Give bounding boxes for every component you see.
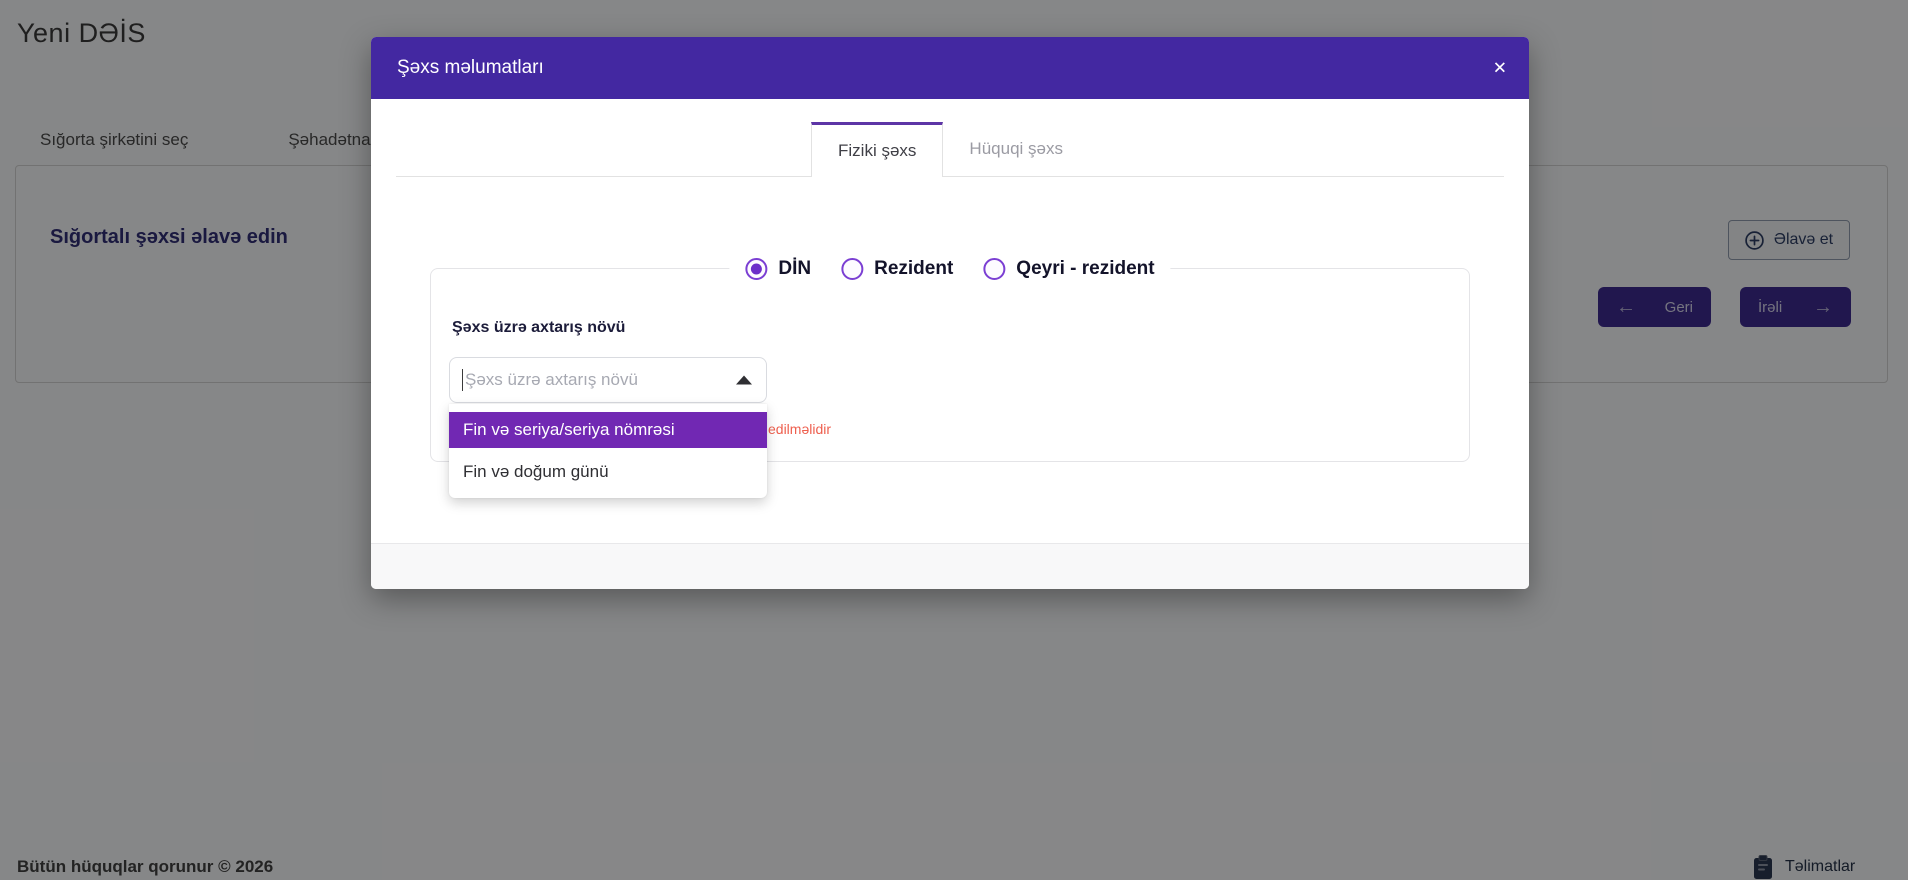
search-type-label: Şəxs üzrə axtarış növü	[452, 319, 625, 337]
caret-up-icon	[736, 376, 752, 385]
search-type-placeholder: Şəxs üzrə axtarış növü	[465, 370, 638, 390]
search-type-dropdown: Fin və seriya/seriya nömrəsi Fin və doğu…	[449, 404, 767, 498]
radio-qeyri-rezident[interactable]: Qeyri - rezident	[983, 258, 1154, 280]
radio-qeyri-rezident-label: Qeyri - rezident	[1016, 258, 1154, 280]
text-caret	[462, 369, 463, 391]
tab-huquqi-sexs[interactable]: Hüquqi şəxs	[943, 121, 1089, 176]
option-fin-seriya[interactable]: Fin və seriya/seriya nömrəsi	[449, 412, 767, 448]
person-type-tabs: Fiziki şəxs Hüquqi şəxs	[396, 122, 1504, 177]
modal-body: Fiziki şəxs Hüquqi şəxs DİN Rezident	[371, 99, 1529, 543]
radio-unselected-icon	[983, 258, 1005, 280]
person-info-modal: Şəxs məlumatları ✕ Fiziki şəxs Hüquqi şə…	[371, 37, 1529, 589]
screen: Yeni DƏİS Sığorta şirkətini seç Şəhadətn…	[0, 0, 1908, 880]
search-type-select-wrap: Şəxs üzrə axtarış növü Fin və seriya/ser…	[449, 357, 767, 403]
close-icon[interactable]: ✕	[1493, 60, 1507, 77]
radio-unselected-icon	[841, 258, 863, 280]
option-fin-dogum[interactable]: Fin və doğum günü	[449, 454, 767, 490]
modal-footer	[371, 543, 1529, 589]
radio-din[interactable]: DİN	[745, 258, 811, 280]
search-type-select[interactable]: Şəxs üzrə axtarış növü	[449, 357, 767, 403]
modal-title: Şəxs məlumatları	[397, 57, 544, 79]
validation-error-text: edilməlidir	[768, 421, 831, 437]
radio-selected-icon	[745, 258, 767, 280]
tab-fiziki-sexs[interactable]: Fiziki şəxs	[811, 122, 943, 177]
person-source-radio-group: DİN Rezident Qeyri - rezident	[729, 254, 1170, 284]
search-fieldset: DİN Rezident Qeyri - rezident Şəxs üzrə …	[430, 268, 1470, 462]
radio-din-label: DİN	[778, 258, 811, 280]
radio-rezident-label: Rezident	[874, 258, 953, 280]
modal-header: Şəxs məlumatları ✕	[371, 37, 1529, 99]
radio-rezident[interactable]: Rezident	[841, 258, 953, 280]
